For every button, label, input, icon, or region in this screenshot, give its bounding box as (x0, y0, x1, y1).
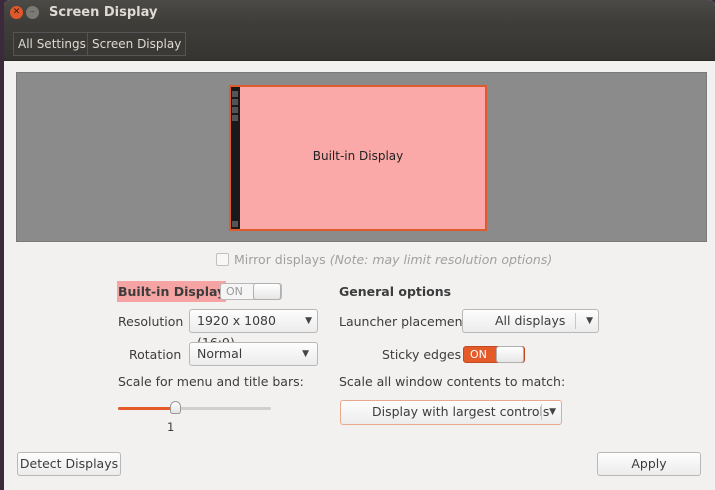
launcher-placement-select[interactable]: All displays ▼ (462, 309, 599, 333)
scale-all-label: Scale all window contents to match: (339, 374, 566, 389)
chevron-down-icon: ▼ (549, 407, 556, 417)
scale-value: 1 (167, 420, 175, 434)
launcher-icon (232, 107, 238, 113)
detect-displays-button[interactable]: Detect Displays (17, 452, 121, 476)
window-title: Screen Display (49, 5, 158, 20)
display-arrangement-area[interactable]: Built-in Display (16, 72, 707, 242)
close-icon[interactable]: ✕ (10, 6, 23, 19)
launcher-placement-label: Launcher placement (339, 314, 468, 329)
launcher-icon (232, 221, 238, 227)
launcher-value: All displays (495, 313, 566, 328)
toggle-label: ON (226, 285, 243, 298)
toggle-knob (253, 283, 281, 300)
launcher-icon (232, 91, 238, 97)
minimize-icon[interactable]: – (26, 6, 39, 19)
scale-all-value: Display with largest controls (372, 404, 550, 419)
scale-slider-handle[interactable] (170, 401, 181, 414)
rotation-value: Normal (197, 346, 243, 361)
monitor-label: Built-in Display (312, 149, 404, 163)
resolution-select[interactable]: 1920 x 1080 (16:9) ▼ (189, 309, 318, 350)
chevron-down-icon: ▼ (302, 349, 309, 359)
resolution-label: Resolution (118, 314, 184, 329)
chevron-down-icon: ▼ (586, 316, 593, 326)
combo-separator (541, 404, 542, 420)
toggle-knob (496, 346, 524, 363)
rotation-label: Rotation (129, 347, 182, 362)
general-options-heading: General options (339, 284, 452, 299)
rotation-select[interactable]: Normal ▼ (189, 342, 318, 366)
title-bar: ✕ – Screen Display (4, 0, 715, 27)
launcher-icon (232, 99, 238, 105)
breadcrumb-all-settings[interactable]: All Settings (13, 32, 91, 56)
chevron-down-icon: ▼ (305, 316, 312, 326)
apply-button[interactable]: Apply (597, 452, 701, 476)
scale-label: Scale for menu and title bars: (118, 374, 304, 389)
launcher-icon (232, 115, 238, 121)
mirror-displays-checkbox[interactable]: Mirror displays (Note: may limit resolut… (216, 252, 552, 267)
checkbox-icon[interactable] (216, 253, 229, 266)
scale-slider-fill (118, 407, 172, 410)
combo-separator (575, 313, 576, 329)
monitor-preview[interactable]: Built-in Display (229, 85, 487, 231)
screen-display-window: ✕ – Screen Display All Settings Screen D… (4, 0, 715, 490)
scale-all-select[interactable]: Display with largest controls ▼ (340, 400, 562, 425)
toggle-label: ON (470, 348, 487, 361)
mirror-label: Mirror displays (234, 252, 326, 267)
toolbar: All Settings Screen Display (4, 27, 715, 61)
mirror-note: (Note: may limit resolution options) (329, 252, 553, 267)
scale-slider-track[interactable] (118, 407, 271, 410)
breadcrumb-screen-display[interactable]: Screen Display (87, 32, 187, 56)
sticky-edges-label: Sticky edges (382, 347, 462, 362)
sticky-edges-toggle[interactable]: ON (463, 346, 525, 363)
display-name: Built-in Display (117, 281, 227, 302)
display-power-toggle[interactable]: ON (220, 283, 282, 300)
